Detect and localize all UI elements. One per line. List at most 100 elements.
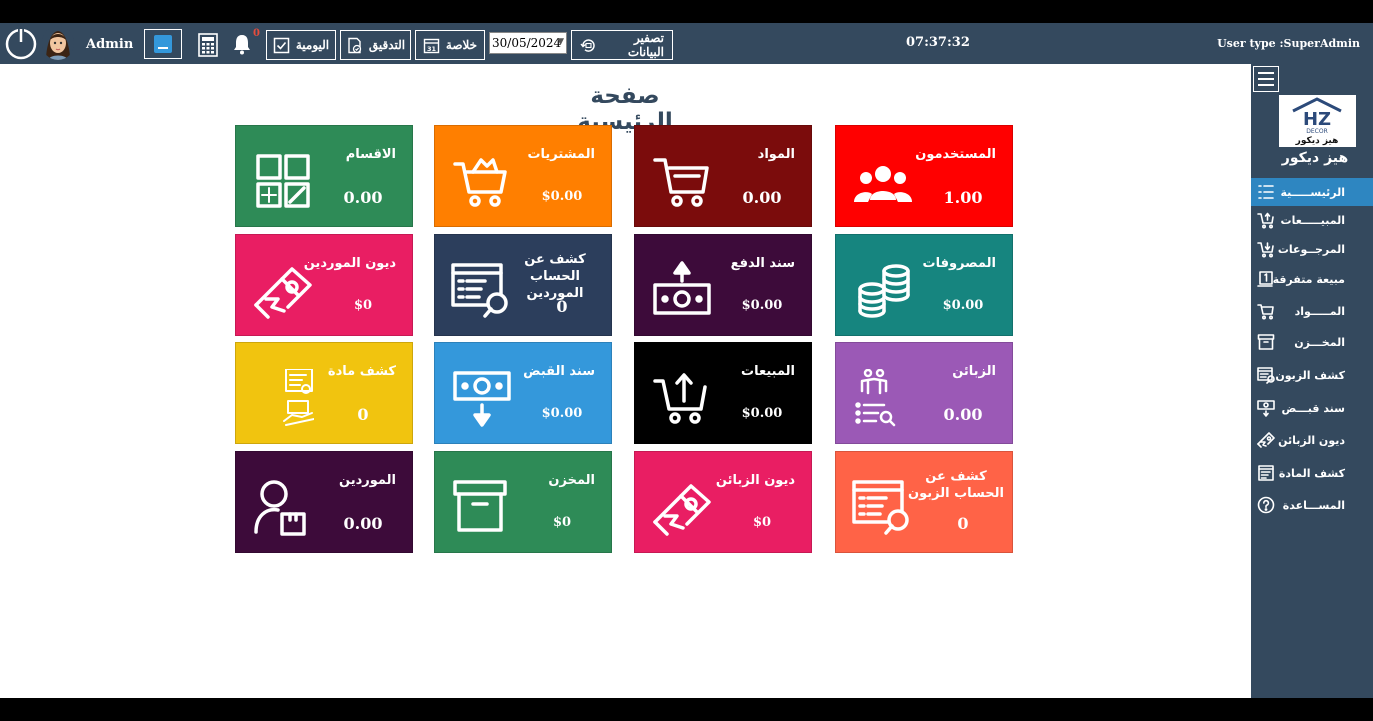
tile-items[interactable]: المواد 0.00 [634, 125, 812, 227]
tile-customer-statement[interactable]: كشف عن الحساب الزبون 0 [835, 451, 1013, 553]
tile-payment-voucher[interactable]: سند الدفع $0.00 [634, 234, 812, 336]
clock: 07:37:32 [906, 35, 970, 50]
tile-item-statement[interactable]: كشف مادة 0 [235, 342, 413, 444]
user-type: User type :SuperAdmin [1217, 37, 1360, 50]
hand-money-icon [254, 267, 312, 319]
coins-icon [858, 264, 910, 318]
sidebar-item-label: المرجــوعات [1277, 242, 1345, 256]
sidebar-item-help[interactable]: المســـاعدة [1251, 491, 1373, 519]
summary-button[interactable]: خلاصة 31 [415, 30, 485, 60]
sidebar-item-customer-debts[interactable]: ديون الزبائن [1251, 426, 1373, 454]
sidebar-item-returns[interactable]: المرجــوعات [1251, 235, 1373, 263]
tile-customer-debts[interactable]: ديون الزبائن $0 [634, 451, 812, 553]
tile-purchases[interactable]: المشتريات $0.00 [434, 125, 612, 227]
hamburger-menu-icon[interactable] [1253, 66, 1279, 92]
tile-supplier-statement[interactable]: كشف عن الحساب الموردين 0 [434, 234, 612, 336]
minimize-button[interactable] [144, 29, 182, 59]
tile-receipt-voucher[interactable]: سند القبض $0.00 [434, 342, 612, 444]
calculator-icon[interactable] [198, 33, 218, 57]
reset-data-button[interactable]: تصفير البيانات [571, 30, 673, 60]
chevron-down-icon[interactable]: ▼ [557, 37, 564, 47]
cart-up-icon [1257, 212, 1274, 229]
sidebar-item-label: المخـــزن [1294, 335, 1345, 349]
power-icon[interactable] [4, 26, 38, 60]
tile-expenses[interactable]: المصروفات $0.00 [835, 234, 1013, 336]
cart-icon [653, 158, 709, 207]
sidebar-item-label: كشف المادة [1278, 466, 1345, 480]
help-icon [1257, 496, 1275, 514]
date-value: 30/05/2024 [492, 36, 562, 50]
sidebar-item-sales[interactable]: المبيـــــعات [1251, 206, 1373, 234]
tile-users[interactable]: المستخدمون 1.00 [835, 125, 1013, 227]
tile-label: سند القبض [523, 364, 595, 379]
sidebar-item-label: مبيعة متفرقة [1272, 272, 1345, 286]
sidebar-item-warehouse[interactable]: المخـــزن [1251, 328, 1373, 356]
tile-label: الموردين [339, 473, 396, 488]
sidebar-item-label: الرئيســـــية [1280, 185, 1345, 199]
checkbox-icon [273, 37, 290, 53]
tile-label: كشف عن الحساب الزبون [908, 469, 1004, 501]
reset-icon [580, 38, 595, 52]
avatar[interactable] [42, 26, 74, 60]
cash-down-icon [1257, 400, 1275, 417]
cart-up-icon [653, 373, 707, 424]
sidebar: HZ DECOR هيز ديكور هيز ديكور الرئيســـــ… [1251, 64, 1373, 698]
archive-icon [1257, 334, 1275, 350]
item-statement-icon [1258, 465, 1274, 481]
tile-value: $0 [552, 515, 572, 530]
customers-icon [855, 369, 896, 427]
sidebar-item-receipt-voucher[interactable]: سند قبـــض [1251, 394, 1373, 422]
tile-value: 0 [556, 297, 568, 316]
tile-categories[interactable]: الاقسام 0.00 [235, 125, 413, 227]
svg-text:DECOR: DECOR [1306, 128, 1328, 135]
tile-customers[interactable]: الزبائن 0.00 [835, 342, 1013, 444]
cart-icon [1257, 304, 1274, 320]
app-window: Admin 0 اليومية التدقيق خلاصة 31 30/05/2… [0, 23, 1373, 698]
tile-value: 0.00 [343, 188, 383, 207]
tile-supplier-debts[interactable]: ديون الموردين $0 [235, 234, 413, 336]
supplier-icon [254, 480, 306, 536]
sidebar-item-home[interactable]: الرئيســـــية [1251, 178, 1373, 206]
date-picker[interactable]: 30/05/2024 ▼ [489, 32, 567, 54]
tile-value: 0 [957, 514, 969, 533]
tile-label: المصروفات [922, 256, 997, 271]
grid-icon [256, 154, 310, 208]
audit-button[interactable]: التدقيق [340, 30, 411, 60]
basket-icon [453, 158, 507, 207]
list-icon [1258, 185, 1274, 199]
sidebar-item-single-sale[interactable]: مبيعة متفرقة [1251, 265, 1373, 293]
svg-text:HZ: HZ [1303, 109, 1331, 130]
daily-label: اليومية [295, 38, 330, 52]
sidebar-item-label: كشف الزبون [1275, 368, 1345, 382]
tile-sales[interactable]: المبيعات $0.00 [634, 342, 812, 444]
tile-label: ديون الزبائن [715, 473, 795, 488]
hand-money-icon [1257, 432, 1275, 448]
tile-value: 0.00 [343, 514, 383, 533]
tile-warehouse[interactable]: المخزن $0 [434, 451, 612, 553]
sidebar-item-item-statement[interactable]: كشف المادة [1251, 459, 1373, 487]
tile-value: $0 [752, 515, 772, 530]
tile-value: 0.00 [943, 405, 983, 424]
top-bar: Admin 0 اليومية التدقيق خلاصة 31 30/05/2… [0, 23, 1373, 64]
daily-button[interactable]: اليومية [266, 30, 336, 60]
summary-label: خلاصة [445, 38, 478, 52]
tile-label: المبيعات [741, 364, 795, 379]
svg-text:31: 31 [427, 45, 437, 53]
tile-label: كشف عن الحساب الموردين [524, 252, 586, 301]
sidebar-item-items[interactable]: المـــــواد [1251, 297, 1373, 325]
bell-icon[interactable] [232, 33, 252, 55]
sidebar-item-customer-statement[interactable]: كشف الزبون [1251, 361, 1373, 389]
statement-search-icon [451, 263, 508, 318]
notification-count: 0 [253, 28, 260, 39]
admin-name: Admin [86, 37, 134, 52]
tile-suppliers[interactable]: الموردين 0.00 [235, 451, 413, 553]
tile-value: $0.00 [741, 406, 783, 421]
tile-value: $0.00 [741, 298, 783, 313]
sidebar-item-label: سند قبـــض [1281, 401, 1345, 415]
brand-logo: HZ DECOR هيز ديكور [1279, 95, 1356, 147]
sidebar-item-label: المبيـــــعات [1280, 213, 1345, 227]
tile-label: الاقسام [345, 147, 396, 162]
archive-icon [453, 480, 507, 532]
svg-text:هيز ديكور: هيز ديكور [1295, 136, 1339, 146]
hand-money-icon [653, 484, 711, 536]
